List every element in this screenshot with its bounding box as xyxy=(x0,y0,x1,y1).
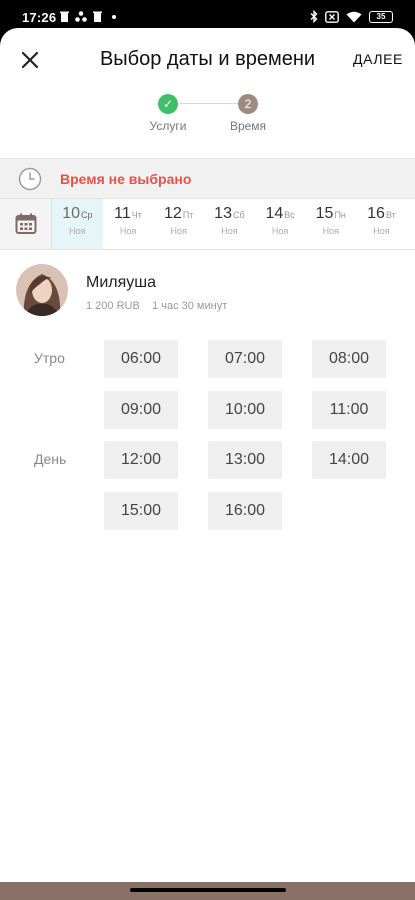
time-slot-button[interactable]: 09:00 xyxy=(104,390,178,429)
date-day: 16 xyxy=(367,205,385,222)
time-slot-button[interactable]: 11:00 xyxy=(312,390,386,429)
date-list: 10Ср Ноя 11Чт Ноя 12Пт Ноя 13Сб Ноя 14Вс Ноя 15Пн Н… xyxy=(52,199,415,249)
notice-text: Время не выбрано xyxy=(60,171,192,187)
time-slot-button[interactable]: 08:00 xyxy=(312,340,386,378)
stepper: ✓ Услуги 2 Время xyxy=(0,88,415,158)
calendar-button[interactable] xyxy=(0,199,52,249)
date-weekday: Сб xyxy=(232,210,245,220)
date-weekday: Вс xyxy=(284,210,295,220)
date-day: 15 xyxy=(315,205,334,222)
master-meta: 1 200 RUB 1 час 30 минут xyxy=(86,300,227,312)
battery-icon: 35 xyxy=(369,10,393,23)
time-slot-button[interactable]: 13:00 xyxy=(208,441,282,479)
system-icons: 35 xyxy=(310,10,393,23)
header: Выбор даты и времени ДАЛЕЕ xyxy=(0,28,415,88)
date-month: Ноя xyxy=(373,226,390,236)
master-duration: 1 час 30 минут xyxy=(152,300,228,312)
date-item[interactable]: 13Сб Ноя xyxy=(204,199,255,249)
trash-icon xyxy=(60,11,69,22)
date-day: 12 xyxy=(164,205,182,222)
time-slot-button[interactable]: 10:00 xyxy=(208,390,282,429)
home-indicator[interactable] xyxy=(130,888,286,892)
date-day: 14 xyxy=(265,205,284,222)
period-label: День xyxy=(34,451,67,467)
date-month: Ноя xyxy=(221,226,238,236)
date-month: Ноя xyxy=(69,226,86,236)
share-icon xyxy=(75,11,87,22)
step-time: 2 Время xyxy=(213,94,283,133)
trash-icon xyxy=(93,11,102,22)
date-weekday: Пн xyxy=(334,210,346,220)
navigation-bar xyxy=(0,882,415,900)
bluetooth-icon xyxy=(310,10,318,23)
time-notice: Время не выбрано xyxy=(0,158,415,198)
sim-off-icon xyxy=(325,10,339,23)
date-weekday: Чт xyxy=(131,210,142,220)
date-month: Ноя xyxy=(407,226,415,236)
date-weekday: Ср xyxy=(80,210,93,220)
date-day: 13 xyxy=(214,205,232,222)
date-month: Ноя xyxy=(271,226,289,236)
status-time: 17:26 xyxy=(22,10,57,25)
wifi-icon xyxy=(346,11,362,22)
date-item[interactable]: 10Ср Ноя xyxy=(52,199,103,249)
date-item[interactable]: 16Вт Ноя xyxy=(356,199,407,249)
date-day: 10 xyxy=(62,205,80,222)
step-number: 2 xyxy=(238,94,258,114)
master-name: Миляуша xyxy=(86,274,156,291)
avatar xyxy=(16,264,68,316)
period-label: Утро xyxy=(34,350,65,366)
date-item[interactable]: 12Пт Ноя xyxy=(153,199,204,249)
master-price: 1 200 RUB xyxy=(86,300,140,312)
date-item[interactable]: 17СрНоя xyxy=(407,199,415,249)
date-picker: 10Ср Ноя 11Чт Ноя 12Пт Ноя 13Сб Ноя 14Вс Ноя 15Пн Н… xyxy=(0,198,415,250)
step-label: Время xyxy=(229,119,267,133)
step-services[interactable]: ✓ Услуги xyxy=(133,94,203,133)
date-month: Ноя xyxy=(322,226,339,236)
date-month: Ноя xyxy=(119,226,137,236)
dot-icon xyxy=(112,14,116,19)
master-card[interactable]: Миляуша 1 200 RUB 1 час 30 минут xyxy=(0,260,415,330)
date-item[interactable]: 11Чт Ноя xyxy=(103,199,154,249)
step-label: Услуги xyxy=(149,119,187,133)
clock-icon xyxy=(18,167,42,191)
date-item[interactable]: 15Пн Ноя xyxy=(305,199,356,249)
time-slot-button[interactable]: 14:00 xyxy=(312,441,386,479)
check-icon: ✓ xyxy=(158,94,178,114)
time-slot-button[interactable]: 16:00 xyxy=(208,491,282,530)
date-item[interactable]: 14Вс Ноя xyxy=(255,199,306,249)
date-weekday: Пт xyxy=(182,210,194,220)
date-weekday: Вт xyxy=(385,210,396,220)
next-button[interactable]: ДАЛЕЕ xyxy=(353,51,403,67)
time-slot-button[interactable]: 15:00 xyxy=(104,491,178,530)
date-day: 11 xyxy=(114,205,131,222)
calendar-icon xyxy=(15,213,36,234)
time-slot-button[interactable]: 07:00 xyxy=(208,340,282,378)
notification-icons xyxy=(60,11,116,22)
time-slot-button[interactable]: 06:00 xyxy=(104,340,178,378)
booking-sheet: Выбор даты и времени ДАЛЕЕ ✓ Услуги 2 Вр… xyxy=(0,28,415,882)
time-slot-button[interactable]: 12:00 xyxy=(104,441,178,479)
date-month: Ноя xyxy=(170,226,187,236)
